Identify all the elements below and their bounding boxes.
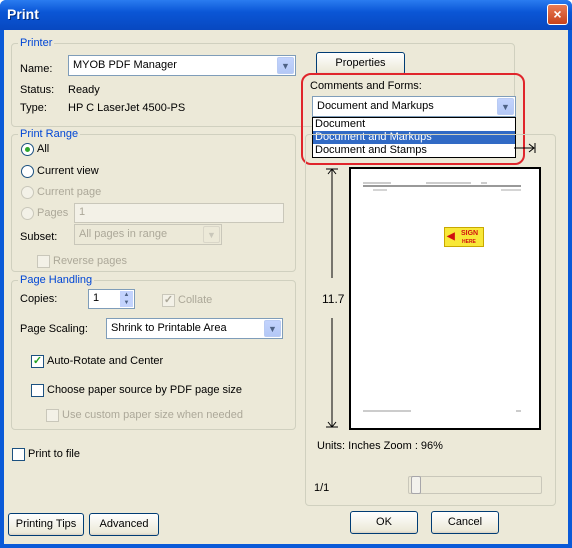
page-slider[interactable]	[408, 476, 542, 494]
page-scaling-value: Shrink to Printable Area	[111, 322, 227, 334]
dialog-body: Printer Name: MYOB PDF Manager ▼ Status:…	[4, 30, 568, 544]
range-current-page-radio	[21, 186, 34, 199]
page-handling-legend: Page Handling	[18, 274, 95, 286]
range-current-view-label[interactable]: Current view	[37, 165, 99, 177]
subset-label: Subset:	[20, 231, 58, 243]
page-scaling-select[interactable]: Shrink to Printable Area ▼	[106, 318, 283, 339]
chevron-down-icon[interactable]: ▼	[264, 320, 281, 337]
page-indicator: 1/1	[314, 482, 330, 494]
printing-tips-button[interactable]: Printing Tips	[8, 513, 84, 536]
range-current-page-label: Current page	[37, 186, 102, 198]
printer-type-label: Type:	[20, 102, 47, 114]
close-button[interactable]: ×	[547, 4, 568, 25]
copies-value: 1	[93, 292, 100, 304]
units-zoom-readout: Units: Inches Zoom : 96%	[317, 440, 443, 452]
preview-page: ◀ SIGN HERE	[349, 167, 541, 430]
sign-here-line2: HERE	[462, 239, 476, 245]
paper-source-label[interactable]: Choose paper source by PDF page size	[47, 384, 242, 396]
auto-rotate-checkbox[interactable]: ✓	[31, 355, 44, 368]
subset-value: All pages in range	[79, 228, 168, 240]
printer-name-label: Name:	[20, 63, 53, 75]
page-slider-thumb[interactable]	[411, 476, 421, 494]
printer-status-value: Ready	[68, 84, 100, 96]
printer-type-value: HP C LaserJet 4500-PS	[68, 102, 186, 114]
auto-rotate-label[interactable]: Auto-Rotate and Center	[47, 355, 163, 367]
paper-source-checkbox[interactable]	[31, 384, 44, 397]
reverse-pages-checkbox	[37, 255, 50, 268]
collate-checkbox: ✓	[162, 294, 175, 307]
custom-paper-label: Use custom paper size when needed	[62, 409, 243, 421]
pages-input-value: 1	[79, 206, 86, 218]
range-current-view-radio[interactable]	[21, 165, 34, 178]
preview-height-label: 11.7	[322, 292, 345, 306]
advanced-button[interactable]: Advanced	[89, 513, 159, 536]
copies-spinner[interactable]: 1 ▲ ▼	[88, 289, 135, 309]
range-pages-label: Pages	[37, 207, 69, 219]
preview-width-arrow	[514, 143, 536, 153]
collate-label: Collate	[178, 294, 213, 306]
printer-name-value: MYOB PDF Manager	[73, 59, 177, 71]
print-dialog: Print × Printer Name: MYOB PDF Manager ▼…	[0, 0, 572, 548]
close-icon: ×	[553, 6, 562, 22]
range-all-radio[interactable]	[21, 143, 34, 156]
range-pages-radio	[21, 207, 34, 220]
range-all-label[interactable]: All	[37, 143, 49, 155]
page-scaling-label: Page Scaling:	[20, 323, 88, 335]
window-title: Print	[7, 6, 39, 22]
copies-label: Copies:	[20, 293, 58, 305]
spin-down-icon[interactable]: ▼	[120, 299, 133, 307]
sign-here-stamp: ◀ SIGN HERE	[444, 227, 484, 247]
print-to-file-checkbox[interactable]	[12, 448, 25, 461]
print-to-file-label[interactable]: Print to file	[28, 448, 80, 460]
subset-select: All pages in range ▼	[74, 224, 222, 245]
preview-page-content	[363, 182, 521, 412]
print-range-legend: Print Range	[18, 128, 81, 140]
pages-input: 1	[74, 203, 284, 223]
printer-status-label: Status:	[20, 84, 55, 96]
properties-button[interactable]: Properties	[316, 52, 405, 75]
printer-legend: Printer	[18, 37, 55, 49]
checkmark-icon: ✓	[32, 355, 43, 367]
reverse-pages-label: Reverse pages	[53, 255, 127, 267]
custom-paper-checkbox	[46, 409, 59, 422]
arrow-left-icon: ◀	[447, 231, 455, 242]
ok-button[interactable]: OK	[350, 511, 418, 534]
title-bar[interactable]: Print ×	[0, 0, 572, 30]
spin-up-icon[interactable]: ▲	[120, 291, 133, 299]
printer-name-select[interactable]: MYOB PDF Manager ▼	[68, 55, 296, 76]
sign-here-line1: SIGN	[461, 230, 479, 237]
chevron-down-icon[interactable]: ▼	[277, 57, 294, 74]
chevron-down-icon: ▼	[203, 226, 220, 243]
cancel-button[interactable]: Cancel	[431, 511, 499, 534]
